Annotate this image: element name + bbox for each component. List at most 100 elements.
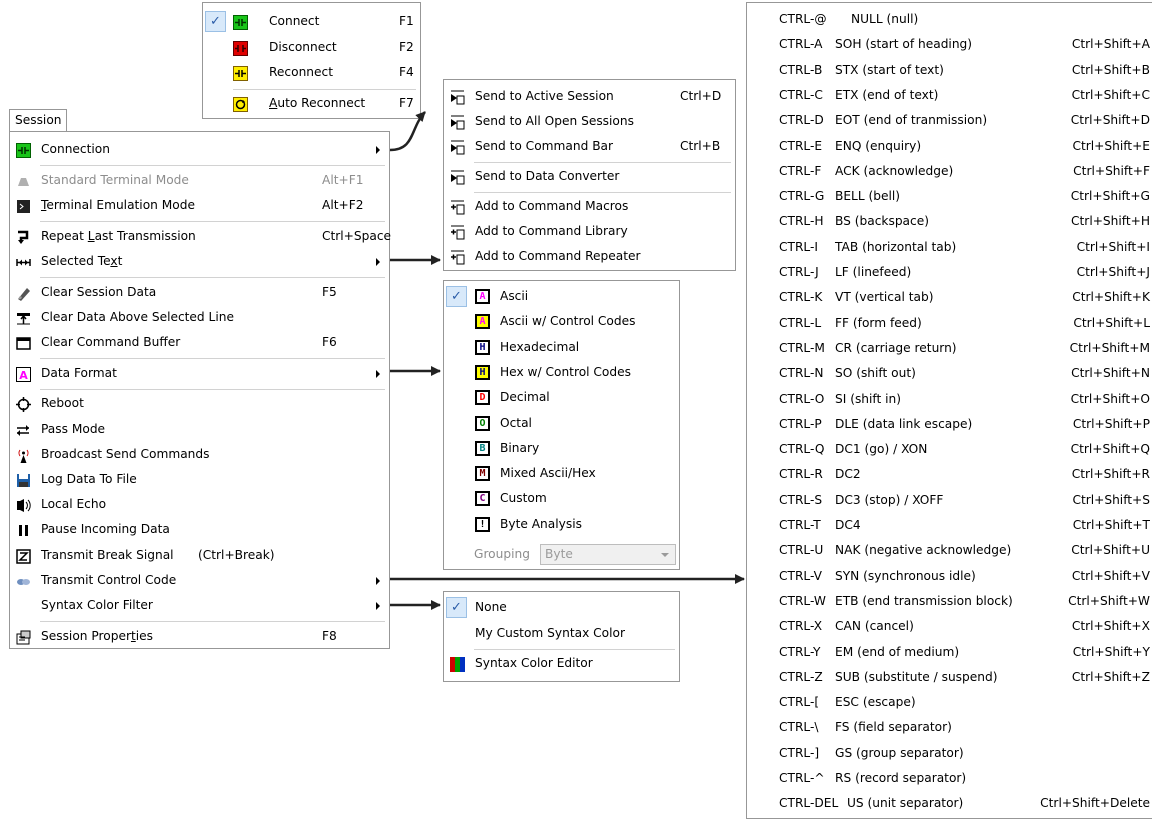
menu-item-ctrl-g[interactable]: CTRL-G BELL (bell) Ctrl+Shift+G — [747, 184, 1152, 209]
menu-item-repeat-last-transmission[interactable]: Repeat Last Transmission Ctrl+Space — [10, 224, 391, 249]
menu-item-session-properties[interactable]: Session Properties F8 — [10, 624, 389, 649]
shortcut-label: Ctrl+Shift+Delete — [1040, 796, 1150, 811]
menu-item-ctrl-v[interactable]: CTRL-V SYN (synchronous idle) Ctrl+Shift+V — [747, 564, 1152, 589]
menu-item-terminal-emulation-mode[interactable]: Terminal Emulation Mode Alt+F2 — [10, 193, 389, 218]
control-code-key: CTRL-N — [779, 366, 824, 381]
grouping-select[interactable]: Byte — [540, 544, 676, 565]
menu-item-send-to-command-bar[interactable]: Send to Command Bar Ctrl+B — [444, 134, 735, 159]
menu-item-clear-session-data[interactable]: Clear Session Data F5 — [10, 280, 389, 305]
menu-item-ascii-w-control-codes[interactable]: A Ascii w/ Control Codes — [444, 309, 679, 334]
menu-item-connect[interactable]: ✓ Connect F1 — [203, 9, 420, 34]
selected-text-submenu: Send to Active Session Ctrl+D Send to All … — [443, 79, 736, 271]
properties-icon — [16, 629, 31, 645]
menu-item-ctrl-i[interactable]: CTRL-I TAB (horizontal tab) Ctrl+Shift+I — [747, 235, 1152, 260]
menu-item-transmit-control-code[interactable]: Transmit Control Code — [10, 568, 389, 593]
menu-item-ctrl-r[interactable]: CTRL-R DC2 Ctrl+Shift+R — [747, 462, 1152, 487]
menu-item-transmit-break-signal[interactable]: Transmit Break Signal (Ctrl+Break) — [10, 543, 389, 568]
menu-item-standard-terminal-mode[interactable]: Standard Terminal Mode Alt+F1 — [10, 168, 389, 193]
menu-item-pass-mode[interactable]: Pass Mode — [10, 417, 389, 442]
menu-item-auto-reconnect[interactable]: Auto Reconnect F7 — [203, 91, 420, 116]
menu-item-ctrl-q[interactable]: CTRL-Q DC1 (go) / XON Ctrl+Shift+Q — [747, 437, 1152, 462]
menu-item-octal[interactable]: O Octal — [444, 411, 679, 436]
menu-item-ctrl-l[interactable]: CTRL-L FF (form feed) Ctrl+Shift+L — [747, 311, 1152, 336]
menu-item-ctrl-d[interactable]: CTRL-D EOT (end of tranmission) Ctrl+Shift… — [747, 108, 1152, 133]
control-code-icon — [16, 573, 31, 588]
menu-item-label: Session Properties — [41, 628, 153, 643]
menu-item-ctrl-caret[interactable]: CTRL-^ RS (record separator) — [747, 766, 1152, 791]
control-code-description: LF (linefeed) — [835, 265, 912, 279]
menu-item-ctrl-y[interactable]: CTRL-Y EM (end of medium) Ctrl+Shift+Y — [747, 640, 1152, 665]
session-menu-tab[interactable]: Session — [9, 109, 67, 131]
menu-item-reconnect[interactable]: Reconnect F4 — [203, 60, 420, 85]
menu-item-pause-incoming-data[interactable]: Pause Incoming Data — [10, 517, 389, 542]
control-code-key: CTRL-\ — [779, 720, 819, 735]
menu-item-ctrl-u[interactable]: CTRL-U NAK (negative acknowledge) Ctrl+Shi… — [747, 538, 1152, 563]
menu-item-send-to-all-open-sessions[interactable]: Send to All Open Sessions — [444, 109, 735, 134]
menu-item-ctrl-backslash[interactable]: CTRL-\ FS (field separator) — [747, 715, 1152, 740]
menu-item-decimal[interactable]: D Decimal — [444, 385, 679, 410]
menu-item-ctrl-f[interactable]: CTRL-F ACK (acknowledge) Ctrl+Shift+F — [747, 159, 1152, 184]
menu-item-syntax-color-editor[interactable]: Syntax Color Editor — [444, 651, 679, 676]
menu-item-add-to-command-macros[interactable]: Add to Command Macros — [444, 194, 735, 219]
break-icon — [16, 548, 31, 564]
menu-item-send-to-active-session[interactable]: Send to Active Session Ctrl+D — [444, 84, 735, 109]
menu-item-send-to-data-converter[interactable]: Send to Data Converter — [444, 164, 735, 189]
menu-item-label: Syntax Color Filter — [41, 597, 153, 612]
menu-item-ctrl-e[interactable]: CTRL-E ENQ (enquiry) Ctrl+Shift+E — [747, 134, 1152, 159]
menu-item-my-custom-syntax-color[interactable]: My Custom Syntax Color — [444, 621, 679, 646]
menu-separator — [474, 162, 731, 163]
menu-item-binary[interactable]: B Binary — [444, 436, 679, 461]
menu-item-hexadecimal[interactable]: H Hexadecimal — [444, 335, 679, 360]
menu-item-ctrl-del[interactable]: CTRL-DEL US (unit separator) Ctrl+Shift+De… — [747, 791, 1152, 816]
menu-item-ctrl-t[interactable]: CTRL-T DC4 Ctrl+Shift+T — [747, 513, 1152, 538]
menu-item-data-format[interactable]: A Data Format — [10, 361, 389, 386]
control-code-key: CTRL-W — [779, 593, 826, 608]
menu-item-connection[interactable]: Connection — [10, 137, 389, 162]
menu-item-hex-w-control-codes[interactable]: H Hex w/ Control Codes — [444, 360, 679, 385]
menu-item-disconnect[interactable]: Disconnect F2 — [203, 35, 420, 60]
shortcut-label: Ctrl+Shift+J — [1076, 265, 1150, 279]
add-macros-icon — [450, 199, 465, 215]
menu-item-ctrl-j[interactable]: CTRL-J LF (linefeed) Ctrl+Shift+J — [747, 260, 1152, 285]
menu-item-ctrl-close-bracket[interactable]: CTRL-] GS (group separator) — [747, 741, 1152, 766]
menu-item-custom[interactable]: C Custom — [444, 486, 679, 511]
menu-item-ctrl-b[interactable]: CTRL-B STX (start of text) Ctrl+Shift+B — [747, 58, 1152, 83]
menu-item-byte-analysis[interactable]: ! Byte Analysis — [444, 512, 679, 537]
menu-item-add-to-command-repeater[interactable]: Add to Command Repeater — [444, 244, 735, 269]
menu-item-log-data-to-file[interactable]: Log Data To File — [10, 467, 389, 492]
menu-item-label: None — [475, 600, 507, 614]
control-code-key: CTRL-K — [779, 290, 823, 305]
control-code-key: CTRL-^ — [779, 771, 825, 785]
menu-item-label: Data Format — [41, 365, 117, 380]
menu-item-reboot[interactable]: Reboot — [10, 391, 389, 416]
menu-item-add-to-command-library[interactable]: Add to Command Library — [444, 219, 735, 244]
menu-item-ctrl-h[interactable]: CTRL-H BS (backspace) Ctrl+Shift+H — [747, 209, 1152, 234]
menu-item-ctrl-c[interactable]: CTRL-C ETX (end of text) Ctrl+Shift+C — [747, 83, 1152, 108]
menu-item-mixed-ascii-hex[interactable]: M Mixed Ascii/Hex — [444, 461, 679, 486]
menu-item-clear-command-buffer[interactable]: Clear Command Buffer F6 — [10, 330, 389, 355]
menu-item-ascii[interactable]: ✓ A Ascii — [444, 284, 679, 309]
menu-item-ctrl-x[interactable]: CTRL-X CAN (cancel) Ctrl+Shift+X — [747, 614, 1152, 639]
menu-item-ctrl-m[interactable]: CTRL-M CR (carriage return) Ctrl+Shift+M — [747, 336, 1152, 361]
menu-item-ctrl-n[interactable]: CTRL-N SO (shift out) Ctrl+Shift+N — [747, 361, 1152, 386]
menu-item-ctrl-o[interactable]: CTRL-O SI (shift in) Ctrl+Shift+O — [747, 387, 1152, 412]
menu-item-label: Reboot — [41, 396, 84, 411]
menu-item-ctrl-s[interactable]: CTRL-S DC3 (stop) / XOFF Ctrl+Shift+S — [747, 488, 1152, 513]
shortcut-label: Ctrl+Shift+F — [1073, 163, 1150, 178]
control-code-description: EOT (end of tranmission) — [835, 113, 988, 128]
menu-item-broadcast-send-commands[interactable]: Broadcast Send Commands — [10, 442, 389, 467]
menu-item-ctrl-k[interactable]: CTRL-K VT (vertical tab) Ctrl+Shift+K — [747, 285, 1152, 310]
menu-item-ctrl-at[interactable]: CTRL-@ NULL (null) — [747, 7, 1152, 32]
menu-item-ctrl-p[interactable]: CTRL-P DLE (data link escape) Ctrl+Shift+P — [747, 412, 1152, 437]
menu-item-ctrl-a[interactable]: CTRL-A SOH (start of heading) Ctrl+Shift+A — [747, 32, 1152, 57]
submenu-arrow-icon — [376, 257, 380, 266]
menu-item-local-echo[interactable]: Local Echo — [10, 492, 389, 517]
menu-item-none[interactable]: ✓ None — [444, 595, 679, 620]
menu-item-ctrl-open-bracket[interactable]: CTRL-[ESC (escape) — [747, 690, 1152, 715]
menu-item-syntax-color-filter[interactable]: Syntax Color Filter — [10, 593, 389, 618]
menu-item-clear-data-above-selected-line[interactable]: Clear Data Above Selected Line — [10, 305, 389, 330]
menu-item-ctrl-z[interactable]: CTRL-Z SUB (substitute / suspend) Ctrl+Shi… — [747, 665, 1152, 690]
send-all-icon — [450, 114, 465, 130]
menu-item-ctrl-w[interactable]: CTRL-W ETB (end transmission block) Ctrl+S… — [747, 589, 1152, 614]
menu-item-selected-text[interactable]: Selected Text — [10, 249, 389, 274]
